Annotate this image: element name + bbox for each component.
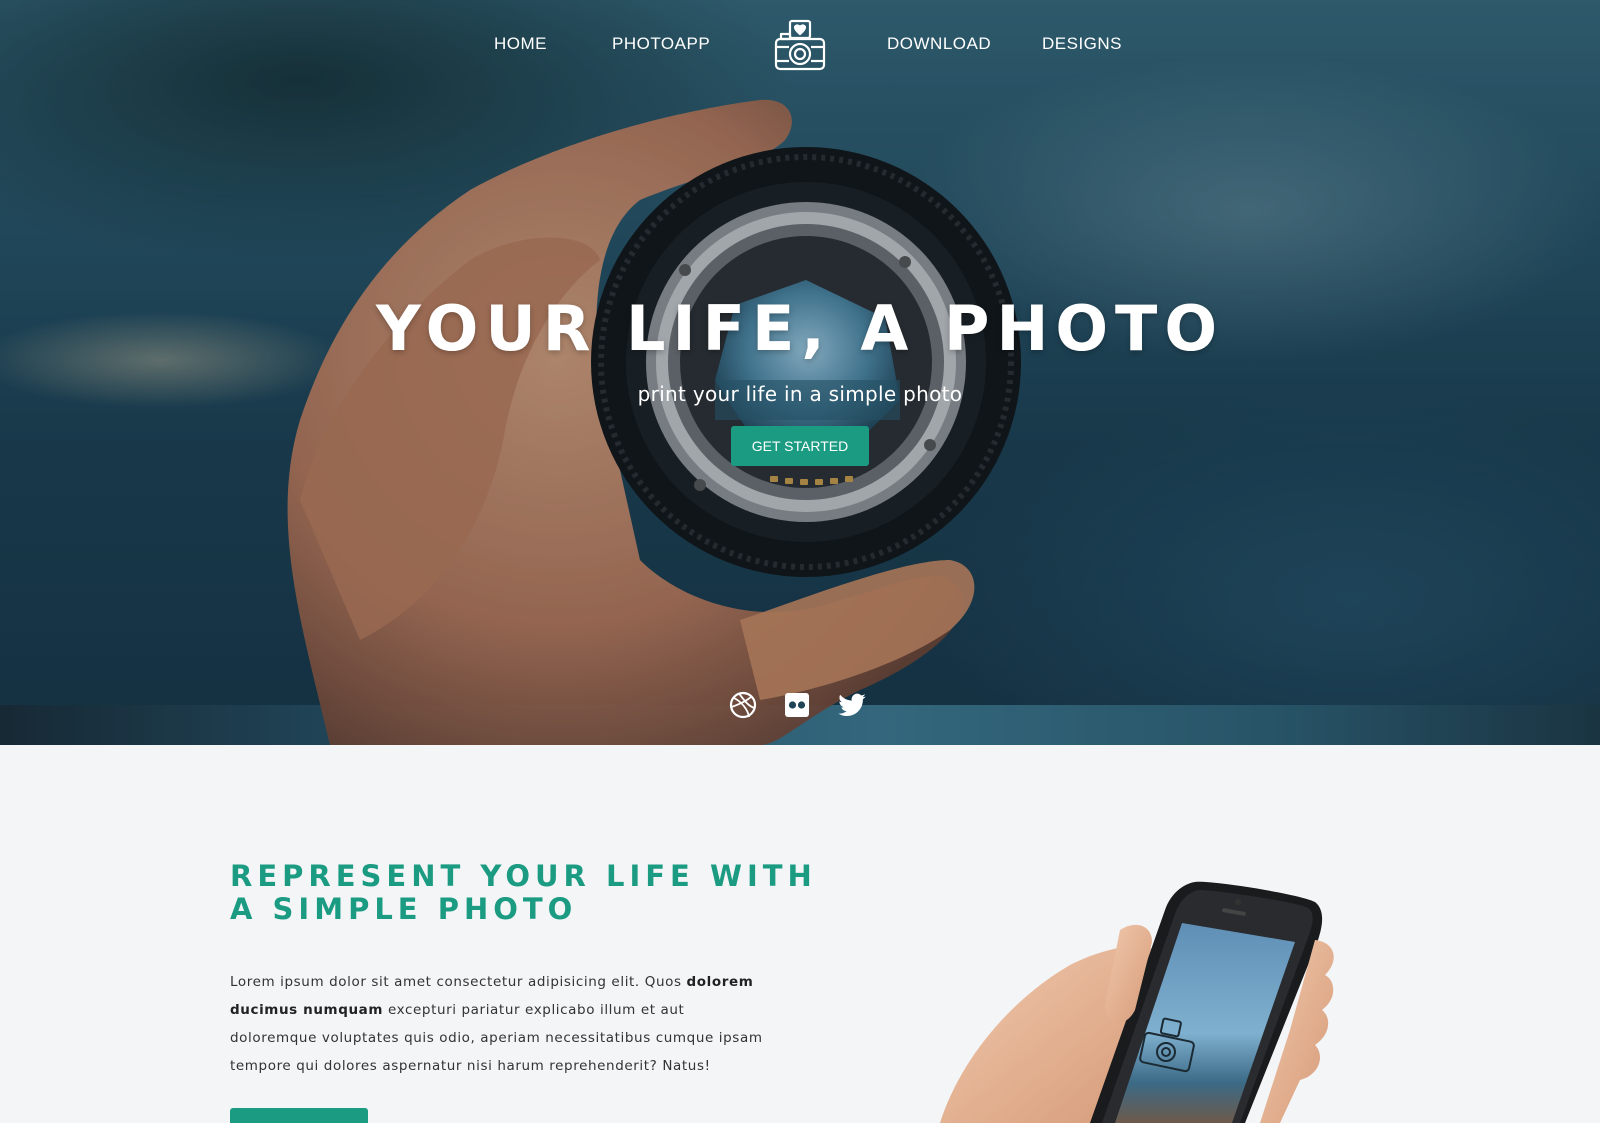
hero-subtitle: print your life in a simple photo <box>637 382 963 406</box>
section-paragraph: Lorem ipsum dolor sit amet consectetur a… <box>230 968 770 1080</box>
twitter-icon[interactable] <box>837 690 867 720</box>
nav-designs-link[interactable]: DESIGNS <box>1042 34 1122 54</box>
phone-in-hand-image <box>940 881 1334 1123</box>
hero-section: HOME PHOTOAPP DOWNLOAD DESIGNS YOUR LIFE… <box>0 0 1600 745</box>
section-heading: REPRESENT YOUR LIFE WITH A SIMPLE PHOTO <box>230 860 830 926</box>
top-navigation: HOME PHOTOAPP DOWNLOAD DESIGNS <box>0 0 1600 90</box>
nav-download-link[interactable]: DOWNLOAD <box>887 34 991 54</box>
section-button[interactable] <box>230 1108 368 1123</box>
get-started-button[interactable]: GET STARTED <box>731 426 869 466</box>
camera-heart-icon[interactable] <box>773 17 827 73</box>
nav-home-link[interactable]: HOME <box>494 34 547 54</box>
section-heading-line1: REPRESENT YOUR LIFE WITH <box>230 859 817 893</box>
nav-photoapp-link[interactable]: PHOTOAPP <box>612 34 710 54</box>
section-heading-line2: A SIMPLE PHOTO <box>230 892 578 926</box>
hero-title: YOUR LIFE, A PHOTO <box>375 292 1225 365</box>
flickr-icon[interactable] <box>782 690 812 720</box>
paragraph-text-1: Lorem ipsum dolor sit amet consectetur a… <box>230 974 687 990</box>
dribbble-icon[interactable] <box>728 690 758 720</box>
lens-in-hand-image <box>0 0 1600 745</box>
